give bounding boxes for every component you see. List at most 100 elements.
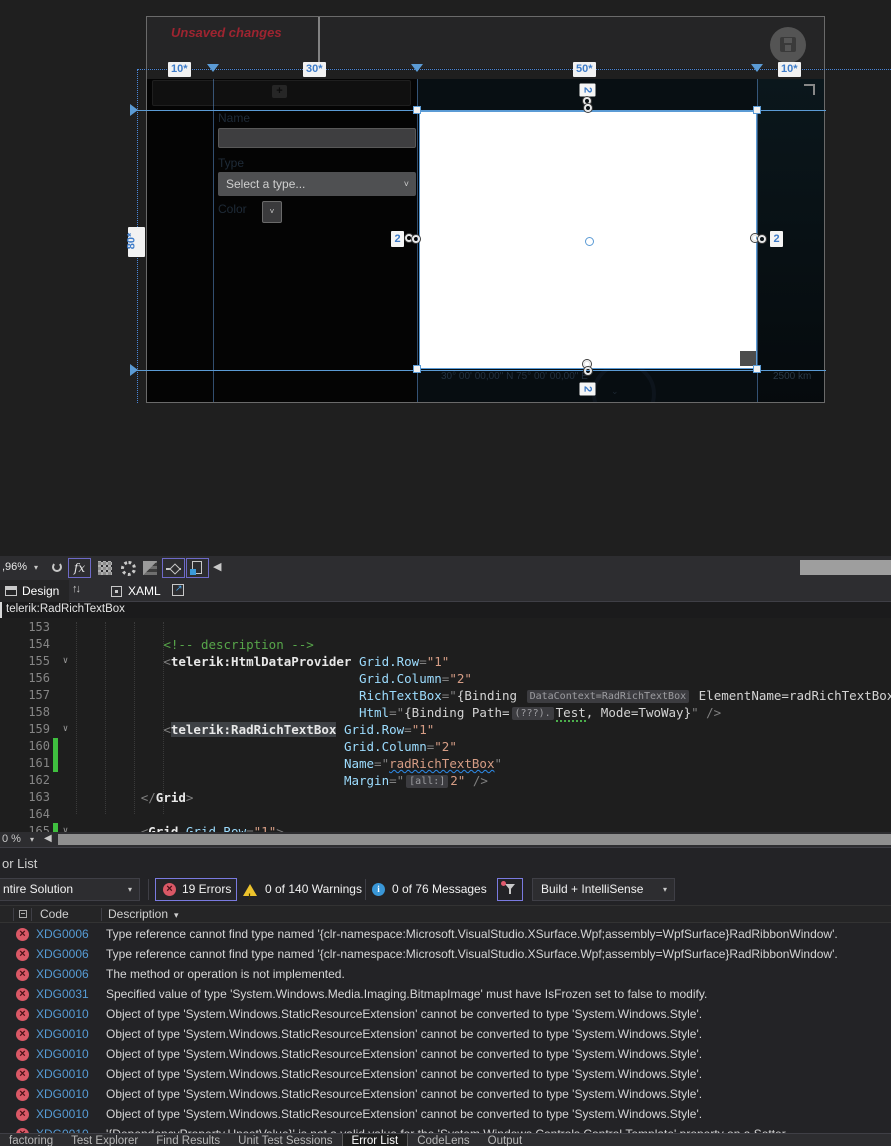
error-row[interactable]: × XDG0031 Specified value of type 'System.…	[0, 985, 891, 1005]
bottom-tab-test-explorer[interactable]: Test Explorer	[62, 1134, 147, 1146]
editor-h-scrollbar[interactable]	[58, 834, 891, 845]
scroll-left-icon[interactable]: ◀	[44, 833, 52, 844]
error-code[interactable]: XDG0006	[36, 947, 89, 961]
margin-anchor-icon[interactable]	[751, 234, 768, 244]
error-code[interactable]: XDG0010	[36, 1087, 89, 1101]
column-width-label[interactable]: 10*	[778, 62, 801, 77]
fold-chevron-icon[interactable]: ∨	[58, 823, 73, 832]
column-splitter-marker[interactable]	[751, 64, 763, 72]
filter-button[interactable]	[497, 878, 523, 901]
column-splitter-marker[interactable]	[411, 64, 423, 72]
show-grid-icon[interactable]	[98, 561, 112, 575]
column-header-description[interactable]: Description ▾	[108, 907, 179, 921]
error-row[interactable]: × XDG0010 Object of type 'System.Windows.S…	[0, 1085, 891, 1105]
column-splitter-marker[interactable]	[207, 64, 219, 72]
add-folder-icon[interactable]: +	[272, 85, 287, 98]
swap-panes-icon[interactable]: ↑↓	[72, 583, 81, 595]
fold-chevron-icon[interactable]: ∨	[58, 653, 73, 670]
code-line[interactable]: 155 ∨ <telerik:HtmlDataProvider Grid.Row=…	[0, 653, 891, 670]
effects-toggle-button[interactable]: fx	[68, 558, 91, 578]
chevron-down-icon[interactable]: ▾	[30, 835, 34, 844]
snap-grid-icon[interactable]	[143, 561, 157, 575]
error-row[interactable]: × XDG0010 Object of type 'System.Windows.S…	[0, 1045, 891, 1065]
error-code[interactable]: XDG0010	[36, 1047, 89, 1061]
error-code[interactable]: XDG0031	[36, 987, 89, 1001]
error-row[interactable]: × XDG0010 Object of type 'System.Windows.S…	[0, 1065, 891, 1085]
collapse-left-icon[interactable]: ◀	[213, 560, 221, 573]
column-width-label[interactable]: 10*	[168, 62, 191, 77]
scope-dropdown[interactable]: ntire Solution ▾	[0, 878, 140, 901]
resize-handle[interactable]	[753, 365, 761, 373]
error-row[interactable]: × XDG0006 Type reference cannot find type …	[0, 925, 891, 945]
fold-chevron-icon[interactable]: ∨	[58, 721, 73, 738]
bottom-tab-factoring[interactable]: factoring	[0, 1134, 62, 1146]
errors-filter-button[interactable]: × 19 Errors	[155, 878, 237, 901]
error-code[interactable]: XDG0010	[36, 1107, 89, 1121]
error-code[interactable]: XDG0010	[36, 1027, 89, 1041]
type-dropdown[interactable]: Select a type... ˅	[218, 172, 416, 196]
code-line[interactable]: 165 ∨ <Grid Grid.Row="1">	[0, 823, 891, 832]
resize-handle[interactable]	[413, 106, 421, 114]
row-height-label[interactable]: 80*	[125, 227, 145, 257]
code-line[interactable]: 153	[0, 619, 891, 636]
tab-design[interactable]: Design	[0, 580, 70, 602]
warnings-filter-button[interactable]: 0 of 140 Warnings	[243, 878, 362, 909]
bottom-tab-unit-test-sessions[interactable]: Unit Test Sessions	[229, 1134, 341, 1146]
column-width-label[interactable]: 30*	[303, 62, 326, 77]
error-row[interactable]: × XDG0010 Object of type 'System.Windows.S…	[0, 1105, 891, 1125]
error-code[interactable]: XDG0010	[36, 1007, 89, 1021]
column-width-label[interactable]: 50*	[573, 62, 596, 77]
margin-label-right[interactable]: 2	[770, 231, 783, 247]
code-line[interactable]: 164	[0, 806, 891, 823]
bottom-tab-codelens[interactable]: CodeLens	[408, 1134, 478, 1146]
resize-handle[interactable]	[413, 365, 421, 373]
color-dropdown[interactable]: ˅	[262, 201, 282, 223]
popout-icon[interactable]	[172, 583, 184, 596]
code-line[interactable]: 161 Name="radRichTextBox"	[0, 755, 891, 772]
refresh-icon[interactable]	[52, 562, 62, 572]
bottom-tab-find-results[interactable]: Find Results	[147, 1134, 229, 1146]
margin-anchor-icon[interactable]	[583, 97, 593, 114]
error-code[interactable]: XDG0010	[36, 1067, 89, 1081]
zoom-select[interactable]: ,96%	[2, 561, 27, 573]
designer-h-scrollbar[interactable]	[800, 560, 891, 575]
resize-gripper[interactable]	[740, 351, 756, 366]
code-line[interactable]: 159 ∨ <telerik:RadRichTextBox Grid.Row="1…	[0, 721, 891, 738]
column-header-code[interactable]: Code	[40, 907, 69, 921]
code-line[interactable]: 154 <!-- description -->	[0, 636, 891, 653]
bottom-tab-error-list[interactable]: Error List	[341, 1134, 409, 1146]
save-icon[interactable]	[770, 27, 806, 63]
margin-anchor-icon[interactable]	[583, 360, 593, 377]
margin-label-bottom[interactable]: 2	[579, 382, 596, 396]
margin-anchor-icon[interactable]	[405, 234, 422, 244]
messages-filter-button[interactable]: i 0 of 76 Messages	[372, 878, 487, 901]
breadcrumb[interactable]: telerik:RadRichTextBox	[6, 603, 125, 615]
severity-sort-icon[interactable]	[19, 910, 27, 918]
snaplines-toggle-button[interactable]	[162, 558, 185, 578]
resize-handle[interactable]	[753, 106, 761, 114]
error-code[interactable]: XDG0006	[36, 927, 89, 941]
tab-xaml[interactable]: XAML	[108, 580, 169, 602]
code-line[interactable]: 163 </Grid>	[0, 789, 891, 806]
xaml-code-editor[interactable]: 153 154 <!-- description --> 155 ∨ <telerik…	[0, 618, 891, 832]
bottom-tab-output[interactable]: Output	[479, 1134, 532, 1146]
disable-project-code-button[interactable]	[186, 558, 209, 578]
code-line[interactable]: 157 RichTextBox="{Binding DataContext=Ra…	[0, 687, 891, 704]
code-line[interactable]: 162 Margin=" [all:] 2" />	[0, 772, 891, 789]
error-row[interactable]: × XDG0006 Type reference cannot find type …	[0, 945, 891, 965]
code-line[interactable]: 160 Grid.Column="2"	[0, 738, 891, 755]
error-row[interactable]: × XDG0010 Object of type 'System.Windows.S…	[0, 1005, 891, 1025]
chevron-down-icon[interactable]: ▾	[34, 563, 38, 572]
name-textbox[interactable]	[218, 128, 416, 148]
build-intellisense-dropdown[interactable]: Build + IntelliSense ▾	[532, 878, 675, 901]
error-code[interactable]: XDG0006	[36, 967, 89, 981]
gear-icon[interactable]	[121, 561, 136, 576]
code-line[interactable]: 156 Grid.Column="2"	[0, 670, 891, 687]
error-row[interactable]: × XDG0006 The method or operation is not i…	[0, 965, 891, 985]
error-row[interactable]: × XDG0010 Object of type 'System.Windows.S…	[0, 1025, 891, 1045]
margin-label-top[interactable]: 2	[579, 83, 596, 97]
editor-zoom-select[interactable]: 0 %	[2, 833, 21, 845]
element-center-anchor[interactable]	[585, 237, 594, 246]
code-line[interactable]: 158 Html="{Binding Path= (???). Test, Mode…	[0, 704, 891, 722]
margin-label-left[interactable]: 2	[391, 231, 404, 247]
